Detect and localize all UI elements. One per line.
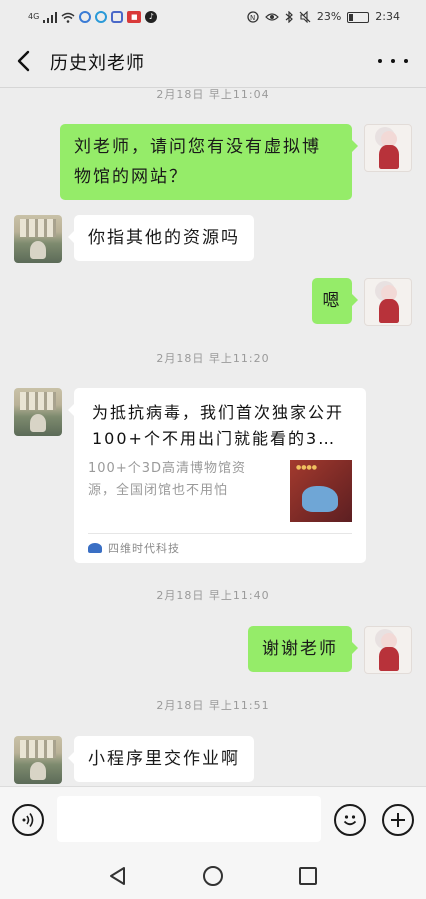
- message-bubble-sent[interactable]: 嗯: [312, 278, 358, 324]
- message-list[interactable]: 2月18日 早上11:04 刘老师，请问您有没有虚拟博物馆的网站？ 你指其他的资…: [0, 88, 426, 786]
- nav-back-icon[interactable]: [108, 866, 128, 886]
- message-bubble-sent[interactable]: 谢谢老师: [248, 626, 358, 672]
- link-card-title: 为抵抗病毒，我们首次独家公开100+个不用出门就能看的3…: [92, 403, 345, 448]
- back-button[interactable]: [10, 46, 40, 76]
- app-notification-icon: [95, 11, 108, 23]
- link-card-source: 四维时代科技: [88, 540, 180, 556]
- eye-icon: [264, 13, 279, 21]
- nfc-icon: N: [247, 11, 259, 23]
- wifi-icon: [61, 12, 75, 23]
- nav-home-icon[interactable]: [203, 866, 223, 886]
- emoji-icon: [343, 815, 357, 826]
- battery-percent: 23%: [316, 10, 342, 23]
- teacher-avatar[interactable]: [14, 215, 62, 263]
- app-notification-icon: [79, 11, 92, 23]
- nav-recent-apps-icon[interactable]: [299, 867, 317, 885]
- timestamp: 2月18日 早上11:20: [156, 352, 270, 365]
- signal-icon: [43, 11, 58, 23]
- input-bar: [0, 786, 426, 852]
- plus-icon: [391, 813, 405, 827]
- timestamp: 2月18日 早上11:51: [156, 699, 270, 712]
- more-functions-button[interactable]: [382, 804, 414, 836]
- link-card-thumbnail: ●●●●: [290, 460, 352, 522]
- more-dots-icon: [378, 59, 382, 63]
- source-logo-icon: [88, 543, 102, 553]
- mute-icon: [299, 11, 311, 23]
- clock: 2:34: [375, 10, 400, 23]
- chevron-left-icon: [17, 50, 30, 72]
- teacher-avatar[interactable]: [14, 388, 62, 436]
- bluetooth-icon: [285, 11, 293, 23]
- system-nav-bar: [0, 852, 426, 899]
- chat-title: 历史刘老师: [50, 53, 145, 74]
- app-notification-icon: ■: [127, 11, 142, 23]
- my-avatar[interactable]: [364, 278, 412, 326]
- tiktok-icon: ♪: [145, 11, 158, 23]
- link-card[interactable]: 为抵抗病毒，我们首次独家公开100+个不用出门就能看的3… 100+个3D高清博…: [68, 388, 366, 563]
- my-avatar[interactable]: [364, 124, 412, 172]
- battery-icon: [347, 11, 370, 23]
- link-card-source-name: 四维时代科技: [108, 542, 180, 555]
- message-bubble-sent[interactable]: 刘老师，请问您有没有虚拟博物馆的网站？: [60, 124, 358, 200]
- more-options-button[interactable]: [378, 48, 408, 74]
- voice-icon: [22, 813, 34, 827]
- link-card-description: 100+个3D高清博物馆资源，全国闭馆也不用怕: [88, 461, 246, 498]
- status-bar: 4G ■ ♪ N 23% 2:34: [0, 0, 426, 34]
- message-bubble-received[interactable]: 小程序里交作业啊: [68, 736, 254, 782]
- timestamp: 2月18日 早上11:40: [156, 589, 270, 602]
- teacher-avatar[interactable]: [14, 736, 62, 784]
- network-label: 4G: [28, 12, 40, 21]
- message-bubble-received[interactable]: 你指其他的资源吗: [68, 215, 254, 261]
- svg-text:N: N: [250, 14, 255, 22]
- my-avatar[interactable]: [364, 626, 412, 674]
- divider: [88, 533, 352, 534]
- emoji-button[interactable]: [334, 804, 366, 836]
- app-notification-icon: [111, 11, 124, 23]
- timestamp: 2月18日 早上11:04: [156, 88, 270, 101]
- message-input[interactable]: [57, 796, 321, 842]
- chat-header: 历史刘老师: [0, 34, 426, 88]
- voice-button[interactable]: [12, 804, 44, 836]
